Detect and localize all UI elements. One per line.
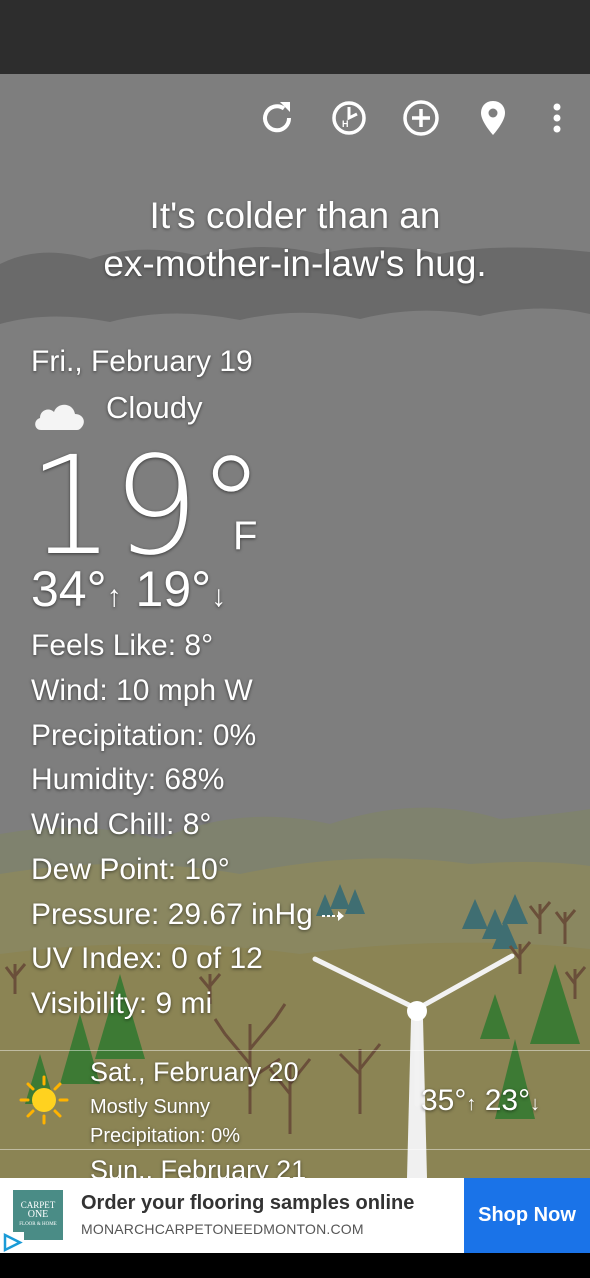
logo-line-3: FLOOR & HOME <box>19 1222 57 1227</box>
history-icon: H <box>332 101 366 135</box>
low-arrow-icon: ↓ <box>211 580 227 613</box>
ad-title[interactable]: Order your flooring samples online <box>81 1192 414 1215</box>
ad-url: MONARCHCARPETONEEDMONTON.COM <box>81 1221 364 1237</box>
quote-line-2: ex-mother-in-law's hug. <box>103 243 487 284</box>
toolbar: H <box>0 96 590 140</box>
wind: Wind: 10 mph W <box>31 674 253 707</box>
more-vert-icon <box>553 103 561 133</box>
weather-quote: It's colder than an ex-mother-in-law's h… <box>0 192 590 288</box>
forecast-low: 23° <box>484 1084 531 1117</box>
low-temperature: 19° <box>135 561 212 617</box>
high-low-temperatures: 34°↑ 19°↓ <box>31 560 226 618</box>
high-temperature: 34° <box>31 561 107 617</box>
pressure: Pressure: 29.67 inHg <box>31 898 313 931</box>
refresh-icon <box>263 102 292 133</box>
status-bar <box>0 0 590 74</box>
history-button[interactable]: H <box>327 96 371 140</box>
precipitation: Precipitation: 0% <box>31 719 257 752</box>
svg-text:H: H <box>342 119 349 129</box>
forecast-day: Sat., February 20 <box>90 1057 299 1087</box>
forecast-divider <box>0 1149 590 1150</box>
arrow-right-icon <box>322 911 345 922</box>
ad-banner[interactable]: CARPET ONE FLOOR & HOME Order your floor… <box>0 1178 590 1253</box>
forecast-high: 35° <box>421 1084 467 1117</box>
forecast-high-arrow-icon: ↑ <box>466 1093 477 1115</box>
forecast-temperatures: 35°↑ 23°↓ <box>421 1084 540 1118</box>
sun-icon <box>19 1075 69 1125</box>
location-pin-icon <box>481 101 505 135</box>
adchoices-icon <box>3 1232 23 1253</box>
add-location-button[interactable] <box>399 96 443 140</box>
shop-now-button[interactable]: Shop Now <box>464 1178 590 1253</box>
more-options-button[interactable] <box>535 96 579 140</box>
refresh-button[interactable] <box>255 96 299 140</box>
feels-like: Feels Like: 8° <box>31 629 214 662</box>
navigation-bar <box>0 1253 590 1278</box>
uv-index: UV Index: 0 of 12 <box>31 942 263 975</box>
humidity: Humidity: 68% <box>31 763 225 796</box>
forecast-precipitation: Precipitation: 0% <box>90 1125 241 1147</box>
temperature-unit: F <box>233 514 258 558</box>
logo-line-2: ONE <box>27 1209 49 1220</box>
forecast-condition: Mostly Sunny <box>90 1096 211 1118</box>
forecast-low-arrow-icon: ↓ <box>530 1093 541 1115</box>
quote-line-1: It's colder than an <box>149 195 441 236</box>
adchoices-button[interactable] <box>0 1232 24 1253</box>
current-date: Fri., February 19 <box>31 345 253 378</box>
forecast-divider <box>0 1050 590 1051</box>
add-location-icon <box>403 100 439 136</box>
dew-point: Dew Point: 10° <box>31 853 230 886</box>
pressure-row: Pressure: 29.67 inHg <box>31 898 345 932</box>
wind-chill: Wind Chill: 8° <box>31 808 212 841</box>
location-button[interactable] <box>471 96 515 140</box>
current-condition: Cloudy <box>106 390 203 425</box>
visibility: Visibility: 9 mi <box>31 987 213 1020</box>
high-arrow-icon: ↑ <box>106 580 122 613</box>
